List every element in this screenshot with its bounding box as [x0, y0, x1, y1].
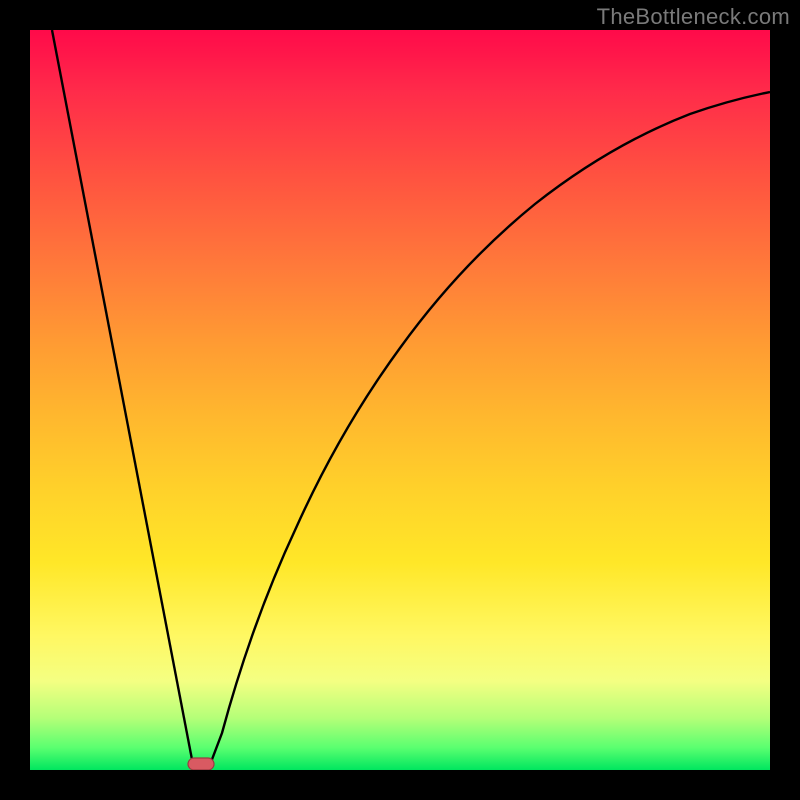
curve-overlay — [30, 30, 770, 770]
chart-frame: TheBottleneck.com — [0, 0, 800, 800]
plot-area — [30, 30, 770, 770]
watermark-text: TheBottleneck.com — [597, 4, 790, 30]
vertex-marker — [188, 758, 214, 770]
curve-left-branch — [52, 30, 194, 770]
curve-right-branch — [208, 92, 770, 770]
